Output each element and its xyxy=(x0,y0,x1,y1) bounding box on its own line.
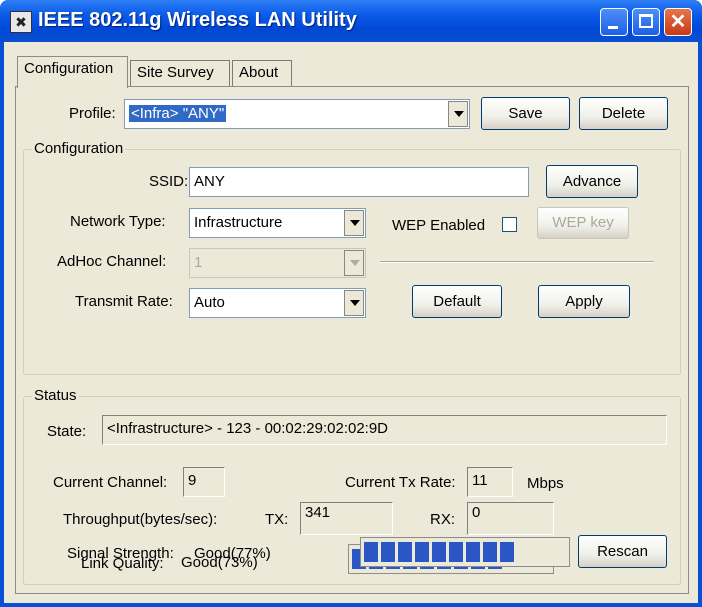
chevron-down-icon[interactable] xyxy=(448,101,468,127)
wep-enabled-checkbox[interactable] xyxy=(502,217,517,232)
adhoc-channel-value: 1 xyxy=(194,254,203,271)
tx-value: 341 xyxy=(300,502,393,535)
transmit-rate-select[interactable]: Auto xyxy=(189,288,366,318)
transmit-rate-label: Transmit Rate: xyxy=(75,293,173,310)
apply-button[interactable]: Apply xyxy=(538,285,630,318)
minimize-button[interactable] xyxy=(600,8,628,36)
save-button[interactable]: Save xyxy=(481,97,570,130)
dialog-client: Configuration Site Survey About Profile:… xyxy=(4,42,698,603)
delete-button[interactable]: Delete xyxy=(579,97,668,130)
ssid-input[interactable]: ANY xyxy=(189,167,529,197)
divider xyxy=(380,261,654,263)
signal-strength-label-row: Signal Strength: xyxy=(67,545,174,562)
status-group-title: Status xyxy=(32,387,79,404)
profile-select[interactable]: <Infra> "ANY" xyxy=(124,99,470,129)
rx-label: RX: xyxy=(430,511,456,528)
close-button[interactable]: ✕ xyxy=(664,8,692,36)
progress-block xyxy=(381,542,395,562)
chevron-down-icon[interactable] xyxy=(344,290,364,316)
maximize-icon xyxy=(639,14,653,28)
transmit-rate-value: Auto xyxy=(194,294,225,311)
progress-block xyxy=(398,542,412,562)
maximize-button[interactable] xyxy=(632,8,660,36)
throughput-label: Throughput(bytes/sec): xyxy=(63,511,218,528)
current-channel-value: 9 xyxy=(183,467,225,497)
app-icon[interactable]: ✖ xyxy=(10,11,32,33)
configuration-panel: Profile: <Infra> "ANY" Save Delete Confi… xyxy=(15,86,689,594)
current-tx-rate-label: Current Tx Rate: xyxy=(345,474,456,491)
progress-block xyxy=(466,542,480,562)
profile-selected-value: <Infra> "ANY" xyxy=(129,105,227,122)
chevron-down-icon[interactable] xyxy=(344,210,364,236)
state-value: <Infrastructure> - 123 - 00:02:29:02:02:… xyxy=(102,415,667,445)
default-button[interactable]: Default xyxy=(412,285,502,318)
tx-rate-unit: Mbps xyxy=(527,475,564,492)
wep-key-button[interactable]: WEP key xyxy=(537,207,629,239)
progress-block xyxy=(500,542,514,562)
close-icon: ✕ xyxy=(669,11,687,33)
profile-label: Profile: xyxy=(69,105,116,122)
progress-block xyxy=(483,542,497,562)
progress-block xyxy=(364,542,378,562)
advance-button[interactable]: Advance xyxy=(546,165,638,198)
network-type-value: Infrastructure xyxy=(194,214,283,231)
state-label: State: xyxy=(47,423,87,440)
window-title: IEEE 802.11g Wireless LAN Utility xyxy=(38,9,357,31)
adhoc-channel-label: AdHoc Channel: xyxy=(57,253,167,270)
tab-about[interactable]: About xyxy=(232,60,292,86)
progress-block xyxy=(415,542,429,562)
signal-strength-bar xyxy=(360,537,570,567)
tab-configuration[interactable]: Configuration xyxy=(17,56,128,88)
chevron-down-icon xyxy=(344,250,364,276)
wep-enabled-label: WEP Enabled xyxy=(392,217,486,234)
network-type-select[interactable]: Infrastructure xyxy=(189,208,366,238)
progress-block xyxy=(449,542,463,562)
current-tx-rate-value: 11 xyxy=(467,467,513,497)
rescan-button[interactable]: Rescan xyxy=(578,535,667,568)
minimize-icon xyxy=(608,26,618,29)
signal-strength-value: Good(77%) xyxy=(194,545,271,562)
tab-site-survey[interactable]: Site Survey xyxy=(130,60,230,86)
tx-label: TX: xyxy=(265,511,289,528)
progress-block xyxy=(432,542,446,562)
rx-value: 0 xyxy=(467,502,554,535)
app-window: ✖ IEEE 802.11g Wireless LAN Utility ✕ Co… xyxy=(0,0,702,607)
adhoc-channel-select[interactable]: 1 xyxy=(189,248,366,278)
configuration-group: Configuration SSID: ANY Advance Network … xyxy=(23,140,681,375)
current-channel-label: Current Channel: xyxy=(53,474,168,491)
configuration-group-title: Configuration xyxy=(32,140,126,157)
network-type-label: Network Type: xyxy=(70,213,166,230)
title-bar[interactable]: ✖ IEEE 802.11g Wireless LAN Utility ✕ xyxy=(0,0,702,42)
ssid-label: SSID: xyxy=(149,173,189,190)
